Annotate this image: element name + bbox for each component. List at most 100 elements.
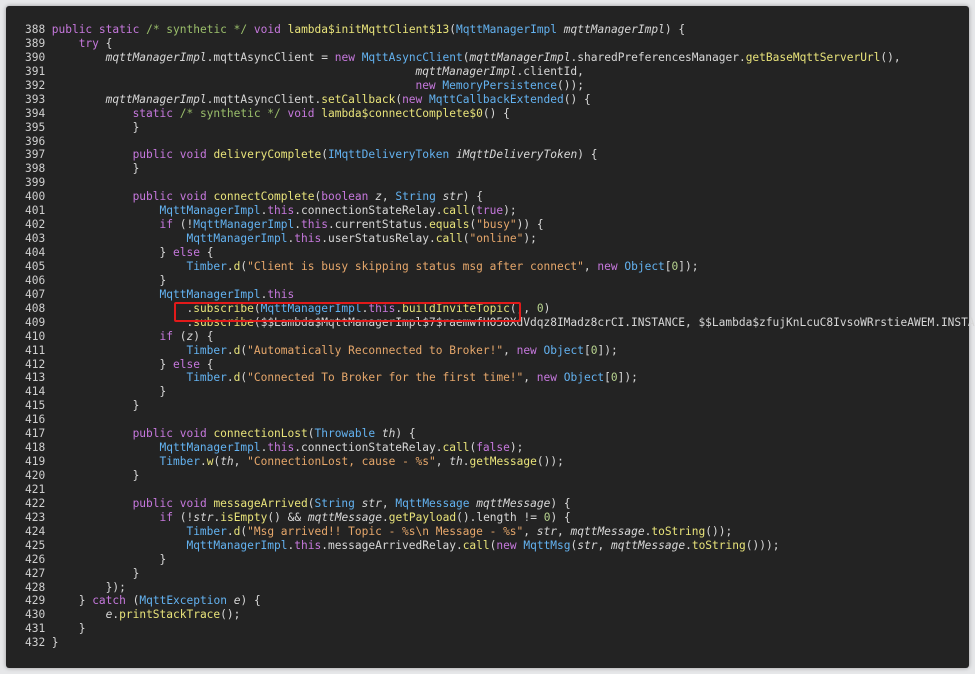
code-line: 396 [25, 135, 965, 149]
line-number: 402 [25, 218, 46, 232]
code-line: 402 if (!MqttManagerImpl.this.currentSta… [25, 218, 965, 232]
code-line: 431 } [25, 622, 965, 636]
code-line: 394 static /* synthetic */ void lambda$c… [25, 107, 965, 121]
line-number: 426 [25, 552, 46, 566]
line-number: 401 [25, 204, 46, 218]
line-number: 418 [25, 441, 46, 455]
line-number: 396 [25, 134, 46, 148]
line-number: 427 [25, 566, 46, 580]
line-number: 423 [25, 510, 46, 524]
code-line: 406 } [25, 274, 965, 288]
line-number: 420 [25, 469, 46, 482]
line-number: 432 [25, 636, 46, 650]
line-number: 403 [25, 232, 46, 246]
line-number: 409 [25, 315, 46, 329]
code-text: if (z) { [159, 329, 214, 343]
line-number: 431 [25, 622, 46, 636]
line-number: 397 [25, 148, 46, 162]
code-line: 393 mqttManagerImpl.mqttAsyncClient.setC… [25, 93, 965, 107]
line-number: 388 [25, 23, 46, 36]
code-line: 407 MqttManagerImpl.this [25, 288, 965, 302]
line-number: 405 [25, 259, 46, 273]
code-line: 390 mqttManagerImpl.mqttAsyncClient = ne… [25, 51, 965, 65]
code-line: 420 } [25, 469, 965, 483]
code-text: } [78, 622, 86, 636]
line-number: 392 [25, 78, 46, 92]
code-text: MqttManagerImpl.this [159, 287, 295, 301]
line-number: 412 [25, 357, 46, 371]
code-text: } else { [159, 246, 214, 259]
code-text: } [159, 273, 167, 287]
code-line: 429 } catch (MqttException e) { [25, 594, 965, 608]
code-text: }); [105, 580, 126, 594]
line-number: 430 [25, 608, 46, 622]
line-number: 400 [25, 190, 46, 204]
line-number: 393 [25, 92, 46, 106]
code-text: public static /* synthetic */ void lambd… [51, 23, 686, 36]
code-line: 405 Timber.d("Client is busy skipping st… [25, 260, 965, 274]
code-line: 391 mqttManagerImpl.clientId, [25, 65, 965, 79]
code-line: 426 } [25, 553, 965, 567]
line-number: 424 [25, 524, 46, 538]
line-number: 417 [25, 427, 46, 441]
line-number: 391 [25, 64, 46, 78]
line-number: 407 [25, 287, 46, 301]
code-text: mqttManagerImpl.mqttAsyncClient.setCallb… [105, 92, 591, 106]
code-screenshot-frame: 388 public static /* synthetic */ void l… [6, 6, 975, 668]
code-line: 410 if (z) { [25, 330, 965, 344]
line-number: 416 [25, 413, 46, 427]
code-line: 389 try { [25, 37, 965, 51]
code-text: } [132, 399, 140, 413]
code-line: 424 Timber.d("Msg arrived!! Topic - %s\n… [25, 525, 965, 539]
code-text: Timber.w(th, "ConnectionLost, cause - %s… [159, 455, 564, 469]
code-line: 419 Timber.w(th, "ConnectionLost, cause … [25, 455, 965, 469]
line-number: 406 [25, 273, 46, 287]
code-line: 422 public void messageArrived(String st… [25, 497, 965, 511]
code-text: } [51, 636, 59, 650]
code-line: 403 MqttManagerImpl.this.userStatusRelay… [25, 232, 965, 246]
code-view: 388 public static /* synthetic */ void l… [25, 23, 975, 650]
code-line: 430 e.printStackTrace(); [25, 608, 965, 622]
code-line: 392 new MemoryPersistence()); [25, 79, 965, 93]
code-text: Timber.d("Connected To Broker for the fi… [186, 371, 638, 385]
code-line: 404 } else { [25, 246, 965, 260]
code-text: } [159, 385, 167, 399]
code-line: 421 [25, 483, 965, 497]
code-text: mqttManagerImpl.mqttAsyncClient = new Mq… [105, 50, 901, 64]
code-text: MqttManagerImpl.this.connectionStateRela… [159, 441, 524, 455]
code-line: 411 Timber.d("Automatically Reconnected … [25, 344, 965, 358]
code-line: 417 public void connectionLost(Throwable… [25, 427, 965, 441]
line-number: 411 [25, 343, 46, 357]
line-number: 389 [25, 36, 46, 50]
code-text: } [132, 566, 140, 580]
line-number: 415 [25, 399, 46, 413]
code-line: 395 } [25, 121, 965, 135]
code-text: } else { [159, 357, 214, 371]
highlight-box [174, 302, 521, 322]
code-line: 415 } [25, 399, 965, 413]
line-number: 410 [25, 329, 46, 343]
code-line: 398 } [25, 162, 965, 176]
code-text: MqttManagerImpl.this.userStatusRelay.cal… [186, 232, 537, 246]
code-text: Timber.d("Msg arrived!! Topic - %s\n Mes… [186, 524, 733, 538]
line-number: 408 [25, 301, 46, 315]
line-number: 421 [25, 482, 46, 496]
code-text: MqttManagerImpl.this.connectionStateRela… [159, 204, 517, 218]
code-line: 427 } [25, 567, 965, 581]
code-text: MqttManagerImpl.this.messageArrivedRelay… [186, 538, 780, 552]
code-text: } [132, 120, 140, 134]
code-line: 413 Timber.d("Connected To Broker for th… [25, 371, 965, 385]
code-text: Timber.d("Automatically Reconnected to B… [186, 343, 618, 357]
code-line: 418 MqttManagerImpl.this.connectionState… [25, 441, 965, 455]
code-line: 397 public void deliveryComplete(IMqttDe… [25, 148, 965, 162]
line-number: 414 [25, 385, 46, 399]
code-text: public void deliveryComplete(IMqttDelive… [132, 148, 598, 162]
code-line: 428 }); [25, 581, 965, 595]
code-line: 416 [25, 413, 965, 427]
code-text: if (!MqttManagerImpl.this.currentStatus.… [159, 218, 544, 232]
code-text: static /* synthetic */ void lambda$conne… [132, 106, 510, 120]
code-text: } [132, 162, 140, 176]
